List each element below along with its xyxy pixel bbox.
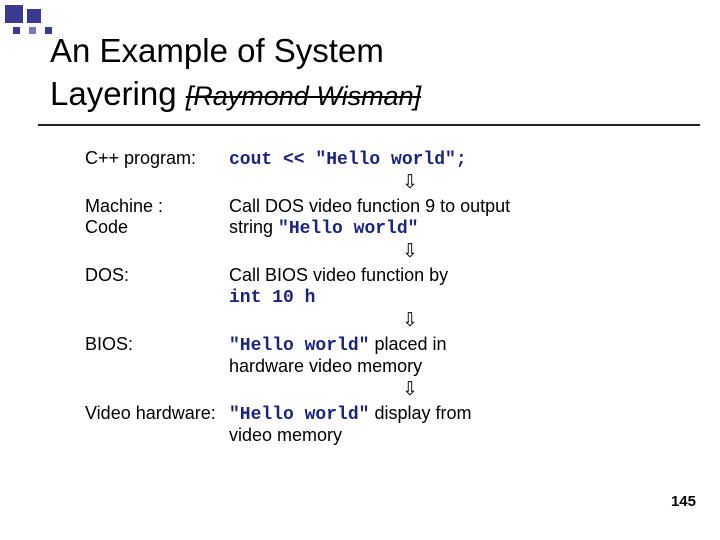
row-dos: DOS: Call BIOS video function by int 10 … — [85, 265, 645, 308]
desc-cpp: cout << "Hello world"; — [225, 148, 645, 170]
arrow-3: ⇩ — [85, 310, 645, 330]
arrow-1: ⇩ — [85, 172, 645, 192]
slide-body: C++ program: cout << "Hello world"; ⇩ Ma… — [85, 148, 645, 448]
label-cpp: C++ program: — [85, 148, 225, 169]
title-underline — [38, 124, 700, 126]
desc-machine: Call DOS video function 9 to output stri… — [225, 196, 645, 239]
page-number: 145 — [671, 493, 696, 510]
label-dos: DOS: — [85, 265, 225, 286]
row-machine: Machine : Code Call DOS video function 9… — [85, 196, 645, 239]
label-video: Video hardware: — [85, 403, 225, 424]
row-bios: BIOS: "Hello world" placed in hardware v… — [85, 334, 645, 377]
arrow-4: ⇩ — [85, 379, 645, 399]
slide-title: An Example of System Layering [Raymond W… — [50, 30, 421, 116]
title-citation: [Raymond Wisman] — [186, 81, 421, 111]
desc-video: "Hello world" display from video memory — [225, 403, 645, 446]
label-machine: Machine : Code — [85, 196, 225, 238]
arrow-2: ⇩ — [85, 241, 645, 261]
code-cpp: cout << "Hello world"; — [229, 150, 467, 170]
desc-bios: "Hello world" placed in hardware video m… — [225, 334, 645, 377]
desc-dos: Call BIOS video function by int 10 h — [225, 265, 645, 308]
title-line1: An Example of System — [50, 32, 384, 69]
label-bios: BIOS: — [85, 334, 225, 355]
row-video: Video hardware: "Hello world" display fr… — [85, 403, 645, 446]
title-line2a: Layering — [50, 75, 186, 112]
row-cpp: C++ program: cout << "Hello world"; — [85, 148, 645, 170]
